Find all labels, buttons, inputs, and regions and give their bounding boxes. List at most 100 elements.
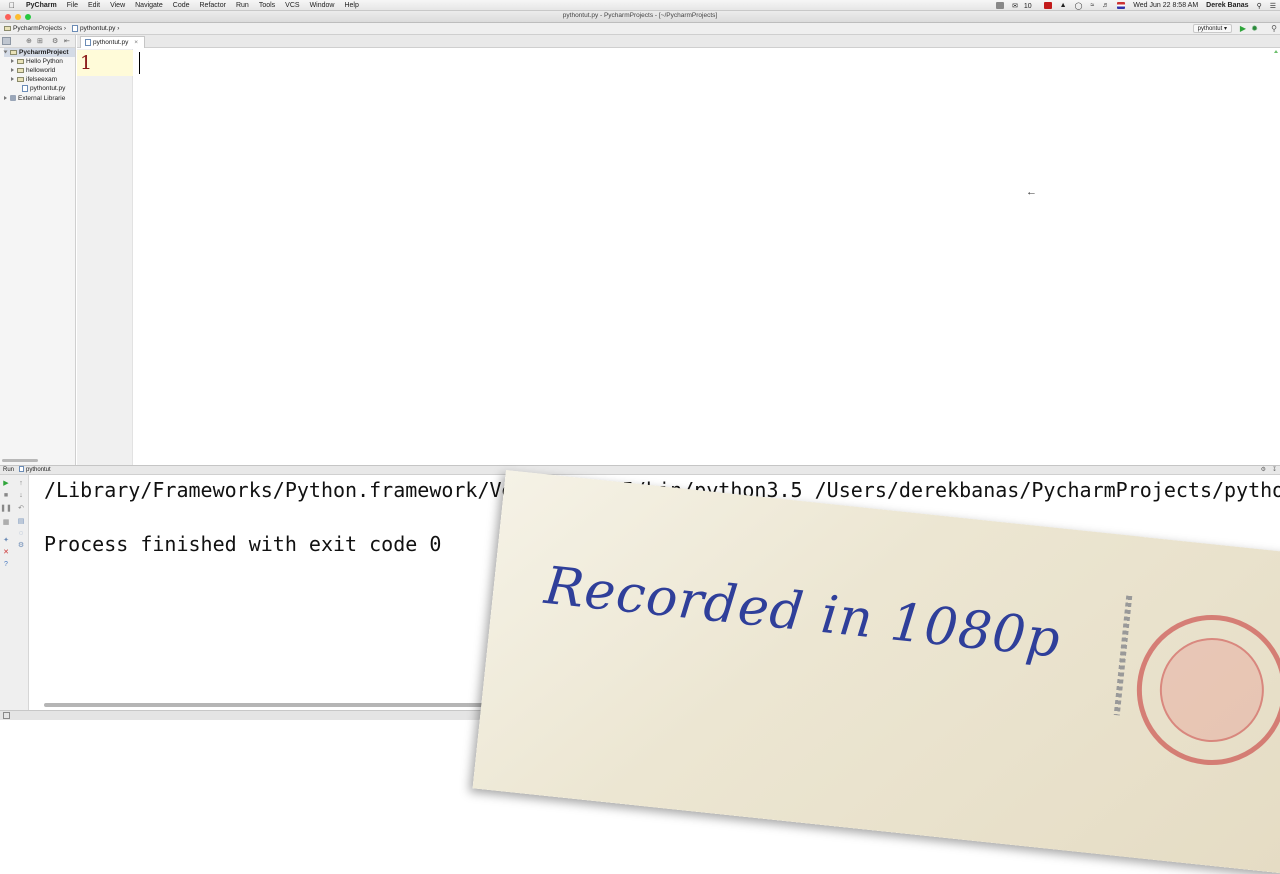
close-run-icon[interactable]: ✕: [2, 548, 10, 556]
tree-item-ifelseexam[interactable]: ifelseexam: [11, 75, 57, 84]
navigation-bar: PycharmProjects › pythontut.py › pythont…: [0, 23, 1280, 35]
window-titlebar: pythontut.py - PycharmProjects - [~/Pych…: [0, 11, 1280, 23]
menu-code[interactable]: Code: [168, 2, 195, 9]
expand-right-icon[interactable]: [11, 59, 14, 64]
clear-all-icon[interactable]: ◌: [17, 529, 25, 537]
tree-root[interactable]: PycharmProject: [3, 48, 75, 57]
pause-icon[interactable]: ❚❚: [0, 504, 12, 512]
python-file-icon: [19, 466, 24, 473]
print-icon[interactable]: ▤: [17, 517, 25, 525]
tree-item-helloworld[interactable]: helloworld: [11, 66, 55, 75]
run-hide-icon[interactable]: ↧: [1272, 466, 1277, 474]
editor-tab-bar: pythontut.py ×: [77, 35, 1280, 48]
restore-layout-icon[interactable]: ▦: [2, 518, 10, 526]
tree-item-label: pythontut.py: [30, 85, 66, 92]
python-file-icon: [22, 84, 28, 92]
menu-vcs[interactable]: VCS: [280, 2, 304, 9]
run-tool-header: Run pythontut ⚙ ↧: [0, 465, 1280, 475]
inspection-ok-icon[interactable]: [1274, 49, 1278, 53]
project-tool-window: ⊕ ⊞ ⚙ ⇤ PycharmProject Hello Python hell…: [0, 35, 76, 465]
library-icon: [10, 95, 16, 102]
expand-right-icon[interactable]: [11, 68, 14, 73]
close-tab-icon[interactable]: ×: [134, 39, 138, 46]
notification-center-icon[interactable]: ☰: [1266, 2, 1280, 10]
debug-icon[interactable]: ✹: [1251, 24, 1258, 33]
tree-item-label: ifelseexam: [26, 76, 58, 83]
menu-view[interactable]: View: [105, 2, 130, 9]
postcard-divider: [1113, 595, 1133, 716]
tree-item-pythontut[interactable]: pythontut.py: [22, 84, 65, 93]
tree-item-label: Hello Python: [26, 58, 63, 65]
menu-edit[interactable]: Edit: [83, 2, 105, 9]
console-horizontal-scrollbar[interactable]: [44, 703, 490, 707]
run-config-select[interactable]: pythontut ▾: [1192, 24, 1232, 33]
folder-icon: [17, 58, 24, 64]
clock-status-icon[interactable]: ◯: [1071, 2, 1087, 10]
scroll-up-icon[interactable]: ↑: [17, 479, 25, 487]
run-icon[interactable]: ▶: [1240, 24, 1246, 33]
sync-icon[interactable]: ⊕: [26, 37, 32, 45]
scroll-down-icon[interactable]: ↓: [17, 491, 25, 499]
menubar-status-area: ✉ 10 ▲ ◯ ≈ ♬ Wed Jun 22 8:58 AM Derek Ba…: [992, 0, 1280, 11]
expand-down-icon[interactable]: [3, 50, 8, 54]
volume-icon[interactable]: ♬: [1098, 2, 1113, 9]
menu-tools[interactable]: Tools: [254, 2, 280, 9]
tree-item-hello-python[interactable]: Hello Python: [11, 57, 63, 66]
toggle-tool-windows-icon[interactable]: [3, 712, 10, 719]
expand-right-icon[interactable]: [4, 96, 7, 101]
menubar-user[interactable]: Derek Banas: [1202, 2, 1252, 9]
spotlight-icon[interactable]: ⚲: [1253, 2, 1266, 10]
project-view-icon[interactable]: [2, 37, 11, 45]
mail-icon[interactable]: ✉ 10: [1008, 2, 1040, 10]
run-config-tab[interactable]: pythontut: [19, 466, 51, 474]
soft-wrap-icon[interactable]: ↶: [17, 504, 25, 512]
status-icon-a[interactable]: [992, 1, 1008, 9]
menu-run[interactable]: Run: [231, 2, 254, 9]
breadcrumb-file[interactable]: pythontut.py ›: [72, 25, 119, 32]
editor-gutter: [77, 49, 133, 465]
tree-external-label: External Librarie: [18, 95, 66, 102]
menu-refactor[interactable]: Refactor: [195, 2, 231, 9]
breadcrumb-project-label: PycharmProjects: [13, 25, 63, 32]
mail-count: 10: [1023, 2, 1032, 10]
code-editor[interactable]: [134, 49, 1280, 465]
drive-icon[interactable]: ▲: [1056, 2, 1071, 9]
wifi-icon[interactable]: ≈: [1086, 2, 1098, 9]
menu-file[interactable]: File: [62, 2, 83, 9]
tab-label: pythontut.py: [93, 39, 129, 46]
menu-window[interactable]: Window: [305, 2, 340, 9]
macos-menubar:  PyCharm File Edit View Navigate Code R…: [0, 0, 1280, 11]
trash-icon[interactable]: ⚙: [17, 541, 25, 549]
expand-right-icon[interactable]: [11, 77, 14, 82]
window-title: pythontut.py - PycharmProjects - [~/Pych…: [562, 12, 718, 19]
pin-icon[interactable]: ✦: [2, 536, 10, 544]
menu-navigate[interactable]: Navigate: [130, 2, 168, 9]
record-icon[interactable]: [1040, 1, 1056, 9]
menu-help[interactable]: Help: [339, 2, 363, 9]
folder-icon: [17, 76, 24, 82]
help-icon[interactable]: ?: [2, 560, 10, 568]
run-tool-label: Run: [3, 467, 15, 473]
breadcrumb-project[interactable]: PycharmProjects ›: [4, 25, 66, 32]
flag-icon[interactable]: [1113, 1, 1129, 9]
settings-gear-icon[interactable]: ⚙: [52, 37, 58, 45]
python-file-icon: [72, 25, 78, 32]
breadcrumb-file-label: pythontut.py: [80, 25, 116, 33]
airmail-stamp-icon: [1129, 607, 1280, 773]
search-everywhere-icon[interactable]: ⚲: [1271, 24, 1277, 33]
ibeam-cursor-icon: ←: [1026, 186, 1037, 198]
stop-icon[interactable]: ■: [2, 491, 10, 499]
folder-icon: [10, 49, 17, 55]
menu-app-name[interactable]: PyCharm: [21, 2, 62, 9]
rerun-icon[interactable]: ▶: [2, 479, 10, 487]
tab-pythontut[interactable]: pythontut.py ×: [80, 36, 146, 48]
hide-panel-icon[interactable]: ⇤: [64, 37, 70, 45]
apple-icon[interactable]: : [0, 1, 21, 10]
run-settings-gear-icon[interactable]: ⚙: [1261, 466, 1266, 474]
menubar-clock[interactable]: Wed Jun 22 8:58 AM: [1129, 2, 1202, 9]
scroll-from-source-icon[interactable]: ⊞: [37, 37, 43, 45]
run-config-tab-label: pythontut: [26, 467, 51, 473]
folder-icon: [17, 67, 24, 73]
project-scrollbar[interactable]: [2, 459, 38, 462]
tree-external-libraries[interactable]: External Librarie: [4, 94, 65, 103]
